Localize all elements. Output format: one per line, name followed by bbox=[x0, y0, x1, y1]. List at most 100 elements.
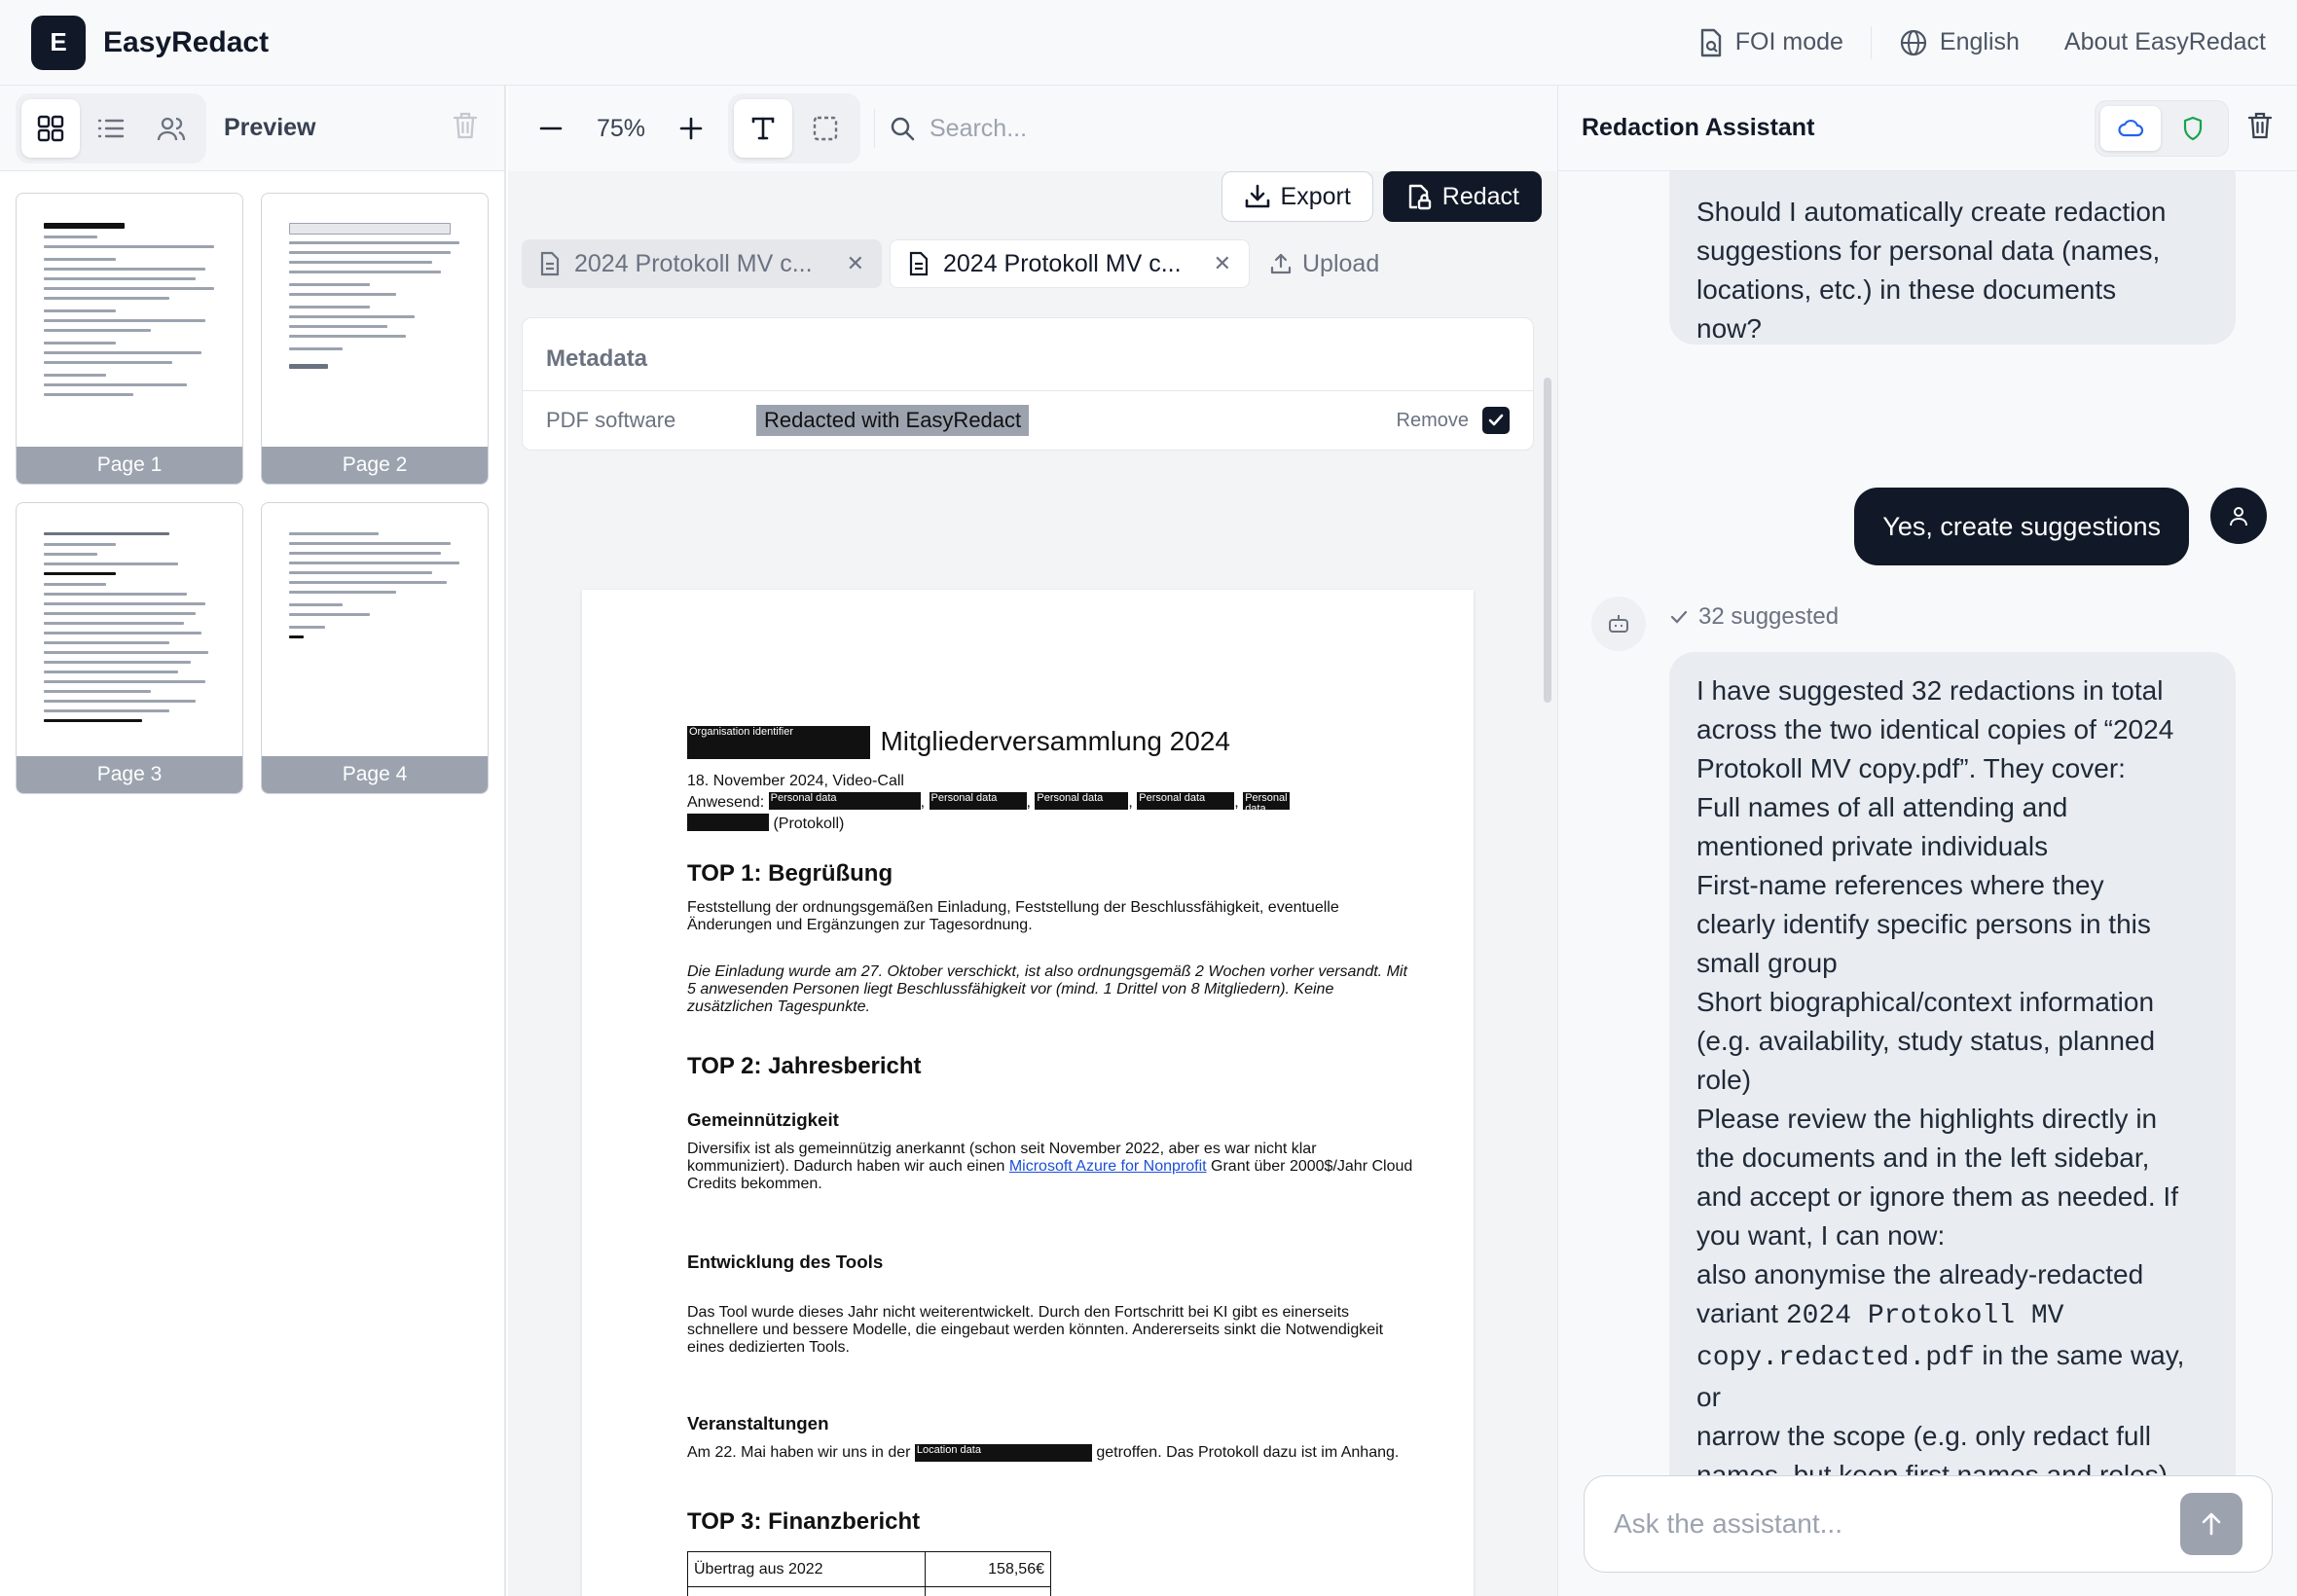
message-line: variant 2024 Protokoll MV bbox=[1696, 1294, 2208, 1336]
document-tab[interactable]: 2024 Protokoll MV c... ✕ bbox=[890, 239, 1250, 288]
file-lock-icon bbox=[1408, 184, 1431, 210]
text: Am 22. Mai haben wir uns in der bbox=[687, 1444, 915, 1461]
table-row: Serverkosten Hetzner12 x -6,37€ bbox=[687, 1586, 1051, 1596]
subsection-heading: Entwicklung des Tools bbox=[687, 1251, 884, 1272]
redaction-box[interactable] bbox=[687, 814, 769, 831]
input-placeholder: Ask the assistant... bbox=[1614, 1508, 1842, 1539]
message-line: I have suggested 32 redactions in total bbox=[1696, 675, 2164, 706]
language-label: English bbox=[1939, 28, 2020, 55]
people-view-button[interactable] bbox=[142, 99, 201, 158]
upload-label: Upload bbox=[1302, 249, 1380, 277]
local-mode-button[interactable] bbox=[2163, 106, 2223, 151]
export-button[interactable]: Export bbox=[1221, 171, 1373, 222]
message-line: clearly identify specific persons in thi… bbox=[1696, 909, 2151, 939]
text-select-tool[interactable] bbox=[734, 99, 792, 158]
clear-chat-button[interactable] bbox=[2246, 111, 2274, 145]
page-label: Page 3 bbox=[17, 756, 242, 793]
language-selector[interactable]: English bbox=[1899, 28, 2020, 57]
assistant-message: Should I automatically create redaction … bbox=[1669, 171, 2236, 345]
about-link[interactable]: About EasyRedact bbox=[2064, 28, 2266, 56]
thumbnail-content bbox=[289, 532, 468, 645]
thumbnail-content bbox=[44, 532, 223, 729]
page-thumbnail[interactable]: Page 4 bbox=[261, 502, 489, 794]
download-icon bbox=[1245, 184, 1269, 208]
trash-icon bbox=[453, 112, 478, 139]
globe-icon bbox=[1900, 29, 1927, 55]
text: getroffen. Das Protokoll dazu ist im Anh… bbox=[1091, 1444, 1400, 1461]
redaction-box[interactable]: Personal data bbox=[1137, 792, 1235, 810]
message-line: Short biographical/context information bbox=[1696, 987, 2155, 1017]
tab-label: 2024 Protokoll MV c... bbox=[574, 249, 813, 277]
doc-heading: Organisation identifier Mitgliederversam… bbox=[687, 726, 1415, 759]
close-tab-icon[interactable]: ✕ bbox=[1214, 251, 1231, 276]
document-search[interactable]: Search... bbox=[889, 115, 1027, 143]
close-tab-icon[interactable]: ✕ bbox=[847, 251, 864, 276]
page-thumbnail[interactable]: Page 2 bbox=[261, 193, 489, 485]
foi-mode-toggle[interactable]: FOI mode bbox=[1698, 28, 1843, 57]
sidebar-header: Preview bbox=[0, 86, 504, 171]
redaction-box[interactable]: Organisation identifier bbox=[687, 726, 870, 759]
upload-button[interactable]: Upload bbox=[1269, 250, 1379, 278]
app-logo: E bbox=[31, 15, 86, 70]
grid-icon bbox=[37, 115, 64, 141]
azure-link[interactable]: Microsoft Azure for Nonprofit bbox=[1009, 1158, 1207, 1175]
zoom-in-button[interactable] bbox=[668, 105, 714, 152]
document-viewer: 75% Search... Export Redact 2024 Protoko… bbox=[508, 86, 1557, 1596]
document-tab[interactable]: 2024 Protokoll MV c... ✕ bbox=[522, 239, 882, 288]
search-icon bbox=[891, 117, 915, 141]
scrollbar[interactable] bbox=[1544, 378, 1551, 703]
doc-title: Mitgliederversammlung 2024 bbox=[880, 726, 1230, 756]
assistant-input[interactable]: Ask the assistant... bbox=[1584, 1475, 2273, 1573]
assistant-message: I have suggested 32 redactions in total … bbox=[1669, 652, 2236, 1503]
send-button[interactable] bbox=[2180, 1493, 2242, 1555]
paragraph: Diversifix ist als gemeinnützig anerkann… bbox=[687, 1141, 1415, 1193]
cloud-mode-button[interactable] bbox=[2100, 105, 2161, 151]
redaction-box[interactable]: Location data bbox=[914, 1444, 1092, 1462]
section-heading: TOP 2: Jahresbericht bbox=[687, 1053, 922, 1079]
protokoll-line: (Protokoll) bbox=[687, 814, 1415, 835]
top-nav: FOI mode English About EasyRedact bbox=[1698, 25, 2266, 59]
minus-icon bbox=[539, 127, 563, 130]
top-bar: E EasyRedact FOI mode English About Easy… bbox=[0, 0, 2297, 86]
trash-icon bbox=[2247, 112, 2273, 139]
left-sidebar: Preview Page 1 Page 2 Page 3 Page 4 bbox=[0, 86, 506, 1596]
chat-history: Should I automatically create redaction … bbox=[1558, 171, 2297, 1553]
message-line: Full names of all attending and bbox=[1696, 792, 2068, 822]
remove-checkbox[interactable] bbox=[1482, 407, 1510, 434]
upload-icon bbox=[1270, 253, 1292, 274]
remove-label: Remove bbox=[1396, 409, 1469, 431]
redaction-box[interactable]: Personal data bbox=[929, 792, 1027, 810]
area-select-tool[interactable] bbox=[796, 99, 855, 158]
text: in the same way, bbox=[1974, 1340, 2185, 1370]
cloud-icon bbox=[2118, 119, 2144, 136]
message-line: now? bbox=[1696, 313, 1762, 344]
clear-button[interactable] bbox=[452, 111, 479, 145]
redact-button[interactable]: Redact bbox=[1382, 171, 1542, 222]
page-thumbnail[interactable]: Page 3 bbox=[16, 502, 243, 794]
message-line: small group bbox=[1696, 948, 1838, 978]
message-line: and accept or ignore them as needed. If bbox=[1696, 1181, 2178, 1212]
list-view-button[interactable] bbox=[82, 99, 140, 158]
message-line: (e.g. availability, study status, planne… bbox=[1696, 1026, 2156, 1056]
remove-metadata-toggle[interactable]: Remove bbox=[1397, 407, 1510, 434]
message-line: suggestions for personal data (names, bbox=[1696, 236, 2161, 266]
page-label: Page 1 bbox=[17, 447, 242, 484]
status-label: 32 suggested bbox=[1698, 603, 1840, 630]
page-thumbnail[interactable]: Page 1 bbox=[16, 193, 243, 485]
assistant-title: Redaction Assistant bbox=[1582, 114, 1815, 141]
grid-view-button[interactable] bbox=[21, 98, 80, 158]
user-message: Yes, create suggestions bbox=[1854, 488, 2189, 565]
about-label: About EasyRedact bbox=[2063, 28, 2266, 55]
user-icon bbox=[2230, 507, 2247, 526]
redaction-box[interactable]: Personal data bbox=[1035, 792, 1129, 810]
table-cell: 158,56€ bbox=[925, 1551, 1051, 1587]
paragraph: Die Einladung wurde am 27. Oktober versc… bbox=[687, 963, 1407, 1015]
tab-label: 2024 Protokoll MV c... bbox=[943, 249, 1182, 277]
zoom-out-button[interactable] bbox=[528, 105, 574, 152]
redaction-box[interactable]: Personal data bbox=[1243, 792, 1291, 810]
metadata-panel: Metadata PDF software Redacted with Easy… bbox=[522, 317, 1534, 451]
redaction-box[interactable]: Personal data bbox=[768, 792, 921, 810]
text: variant bbox=[1696, 1298, 1786, 1328]
preview-label: Preview bbox=[224, 114, 316, 141]
shield-icon bbox=[2183, 116, 2203, 140]
